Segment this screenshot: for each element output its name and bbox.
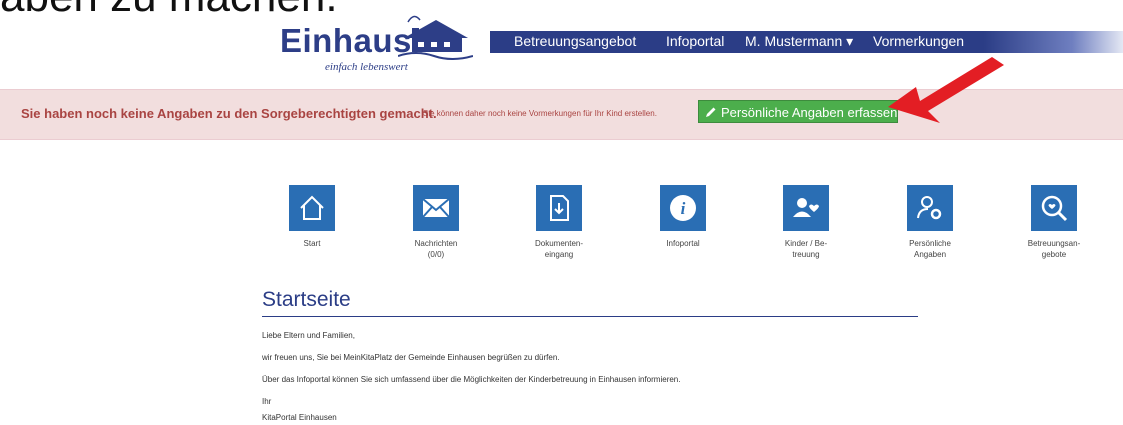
main-navbar: Betreuungsangebot Infoportal M. Musterma… bbox=[490, 31, 1123, 53]
document-download-icon bbox=[536, 185, 582, 231]
tile-label-nachrichten: Nachrichten (0/0) bbox=[414, 239, 458, 259]
tile-label-kinder-betreuung: Kinder / Be- treuung bbox=[784, 239, 828, 259]
page-title: Startseite bbox=[262, 288, 351, 311]
nav-item-betreuungsangebot[interactable]: Betreuungsangebot bbox=[514, 33, 636, 49]
svg-text:i: i bbox=[681, 199, 686, 218]
alert-detail: Sie können daher noch keine Vormerkungen… bbox=[423, 109, 657, 118]
nav-item-user-menu[interactable]: M. Mustermann ▾ bbox=[745, 33, 853, 50]
welcome-paragraph: Ihr bbox=[262, 397, 272, 406]
title-divider bbox=[262, 316, 918, 317]
red-arrow-icon bbox=[888, 57, 1004, 123]
alert-headline: Sie haben noch keine Angaben zu den Sorg… bbox=[21, 106, 437, 121]
tile-persoenliche-angaben[interactable]: Persönliche Angaben bbox=[870, 185, 990, 260]
children-heart-icon bbox=[783, 185, 829, 231]
welcome-paragraph: Über das Infoportal können Sie sich umfa… bbox=[262, 375, 681, 384]
search-heart-icon bbox=[1031, 185, 1077, 231]
tile-nachrichten[interactable]: Nachrichten (0/0) bbox=[376, 185, 496, 260]
site-logo[interactable]: Einhausen einfach lebenswert bbox=[280, 10, 473, 73]
envelope-icon bbox=[413, 185, 459, 231]
tile-label-start: Start bbox=[303, 239, 321, 248]
tile-label-persoenliche-angaben: Persönliche Angaben bbox=[909, 239, 951, 259]
tile-betreuungsangebote[interactable]: Betreuungsan- gebote bbox=[994, 185, 1114, 260]
tile-start[interactable]: Start bbox=[252, 185, 372, 249]
info-icon: i bbox=[660, 185, 706, 231]
pencil-icon bbox=[706, 107, 716, 117]
enter-personal-data-button[interactable]: Persönliche Angaben erfassen bbox=[698, 100, 898, 123]
tile-infoportal[interactable]: i Infoportal bbox=[623, 185, 743, 249]
tile-dokumenteneingang[interactable]: Dokumenten- eingang bbox=[499, 185, 619, 260]
nav-item-infoportal[interactable]: Infoportal bbox=[666, 33, 724, 49]
home-icon bbox=[289, 185, 335, 231]
tile-label-betreuungsangebote: Betreuungsan- gebote bbox=[1027, 239, 1081, 259]
welcome-paragraph: Liebe Eltern und Familien, bbox=[262, 331, 355, 340]
nav-item-vormerkungen[interactable]: Vormerkungen bbox=[873, 33, 964, 49]
welcome-paragraph: wir freuen uns, Sie bei MeinKitaPlatz de… bbox=[262, 353, 560, 362]
logo-tagline: einfach lebenswert bbox=[325, 61, 408, 73]
logo-house-icon bbox=[398, 15, 473, 60]
tile-label-infoportal: Infoportal bbox=[666, 239, 700, 248]
enter-personal-data-label: Persönliche Angaben erfassen bbox=[721, 105, 898, 120]
tile-kinder-betreuung[interactable]: Kinder / Be- treuung bbox=[746, 185, 866, 260]
welcome-paragraph: KitaPortal Einhausen bbox=[262, 413, 337, 422]
tile-label-dokumenteneingang: Dokumenten- eingang bbox=[534, 239, 584, 259]
user-settings-icon bbox=[907, 185, 953, 231]
